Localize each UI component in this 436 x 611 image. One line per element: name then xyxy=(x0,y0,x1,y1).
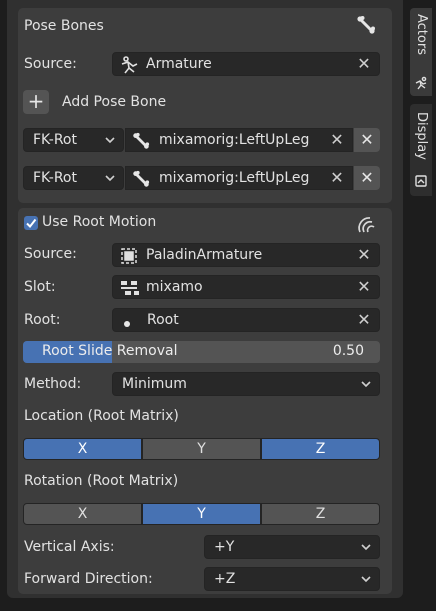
root-source-value: PaladinArmature xyxy=(146,247,263,263)
dot-icon xyxy=(123,316,131,327)
use-root-motion-label: Use Root Motion xyxy=(42,214,157,230)
pose-source-label: Source: xyxy=(24,56,77,72)
location-label: Location (Root Matrix) xyxy=(24,408,179,424)
rotation-z-toggle[interactable]: Z xyxy=(261,503,380,525)
slot-field[interactable]: mixamo ✕ xyxy=(112,275,380,299)
forward-direction-dropdown[interactable]: +Z xyxy=(204,567,380,591)
location-y-label: Y xyxy=(197,441,206,457)
clear-slot-icon[interactable]: ✕ xyxy=(355,277,373,297)
use-root-motion-checkbox[interactable] xyxy=(24,216,38,230)
rotation-z-label: Z xyxy=(315,506,326,522)
checkmark-icon xyxy=(26,218,37,229)
forward-direction-value: +Z xyxy=(214,571,236,587)
bone-mode-dropdown-1[interactable]: FK-Rot xyxy=(23,128,124,152)
slot-value: mixamo xyxy=(146,279,203,295)
pose-bones-title: Pose Bones xyxy=(24,18,104,34)
display-icon-glyph xyxy=(414,174,428,188)
location-z-toggle[interactable]: Z xyxy=(261,438,380,460)
bone-icon xyxy=(132,170,150,188)
root-value: Root xyxy=(147,312,179,328)
bone-mode-value-1: FK-Rot xyxy=(33,132,77,148)
root-slide-removal-slider[interactable]: Root Slide Removal 0.50 xyxy=(23,341,380,363)
rotation-label: Rotation (Root Matrix) xyxy=(24,473,179,489)
location-z-label: Z xyxy=(315,441,326,457)
clear-pose-source-icon[interactable]: ✕ xyxy=(355,54,373,74)
close-icon: ✕ xyxy=(360,168,374,187)
action-slot-icon xyxy=(119,278,141,298)
bone-name-2: mixamorig:LeftUpLeg xyxy=(159,170,310,186)
method-dropdown[interactable]: Minimum xyxy=(112,372,380,396)
bone-icon xyxy=(132,132,150,150)
clear-bone-icon[interactable]: ✕ xyxy=(328,130,346,150)
rotation-x-toggle[interactable]: X xyxy=(23,503,142,525)
chevron-down-icon xyxy=(361,381,371,388)
chevron-down-icon xyxy=(105,175,115,182)
bone-field-2[interactable]: mixamorig:LeftUpLeg ✕ xyxy=(125,166,353,190)
bone-name-1: mixamorig:LeftUpLeg xyxy=(159,132,310,148)
vertical-axis-label: Vertical Axis: xyxy=(24,539,115,555)
clear-bone-icon[interactable]: ✕ xyxy=(328,168,346,188)
root-source-field[interactable]: PaladinArmature ✕ xyxy=(112,243,380,267)
chevron-down-icon xyxy=(105,137,115,144)
root-label: Root: xyxy=(24,312,61,328)
pose-source-value: Armature xyxy=(146,56,212,72)
tab-actors[interactable]: Actors xyxy=(410,8,432,96)
root-source-label: Source: xyxy=(24,246,77,262)
add-pose-bone-label: Add Pose Bone xyxy=(62,94,167,110)
plus-icon: + xyxy=(27,89,45,113)
bone-field-1[interactable]: mixamorig:LeftUpLeg ✕ xyxy=(125,128,353,152)
tab-display-label: Display xyxy=(414,112,429,160)
pose-source-field[interactable]: Armature ✕ xyxy=(112,52,380,76)
display-icon xyxy=(414,278,428,292)
location-x-toggle[interactable]: X xyxy=(23,438,142,460)
vertical-axis-dropdown[interactable]: +Y xyxy=(204,535,380,559)
rotation-y-label: Y xyxy=(197,506,206,522)
root-motion-icon xyxy=(356,212,378,234)
remove-bone-button-2[interactable]: ✕ xyxy=(354,166,380,190)
bone-icon xyxy=(356,15,376,35)
clear-root-icon[interactable]: ✕ xyxy=(355,310,373,330)
method-label: Method: xyxy=(24,376,82,392)
armature-icon xyxy=(119,55,139,75)
forward-direction-label: Forward Direction: xyxy=(24,571,153,587)
location-x-label: X xyxy=(77,441,88,457)
tab-actors-label: Actors xyxy=(414,14,429,55)
chevron-down-icon xyxy=(361,544,371,551)
object-icon xyxy=(119,246,139,266)
chevron-down-icon xyxy=(361,576,371,583)
rotation-x-label: X xyxy=(77,506,88,522)
slider-value: 0.50 xyxy=(332,343,364,359)
actor-icon xyxy=(414,76,428,90)
close-icon: ✕ xyxy=(360,130,374,149)
add-pose-bone-button[interactable]: + xyxy=(23,90,49,114)
slot-label: Slot: xyxy=(24,279,56,295)
location-y-toggle[interactable]: Y xyxy=(142,438,261,460)
vertical-axis-value: +Y xyxy=(214,539,235,555)
method-value: Minimum xyxy=(122,376,187,392)
clear-root-source-icon[interactable]: ✕ xyxy=(355,245,373,265)
remove-bone-button-1[interactable]: ✕ xyxy=(354,128,380,152)
rotation-y-toggle[interactable]: Y xyxy=(142,503,261,525)
bone-mode-value-2: FK-Rot xyxy=(33,170,77,186)
bone-mode-dropdown-2[interactable]: FK-Rot xyxy=(23,166,124,190)
root-field[interactable]: Root ✕ xyxy=(112,308,380,332)
slider-label: Root Slide Removal xyxy=(42,343,178,359)
